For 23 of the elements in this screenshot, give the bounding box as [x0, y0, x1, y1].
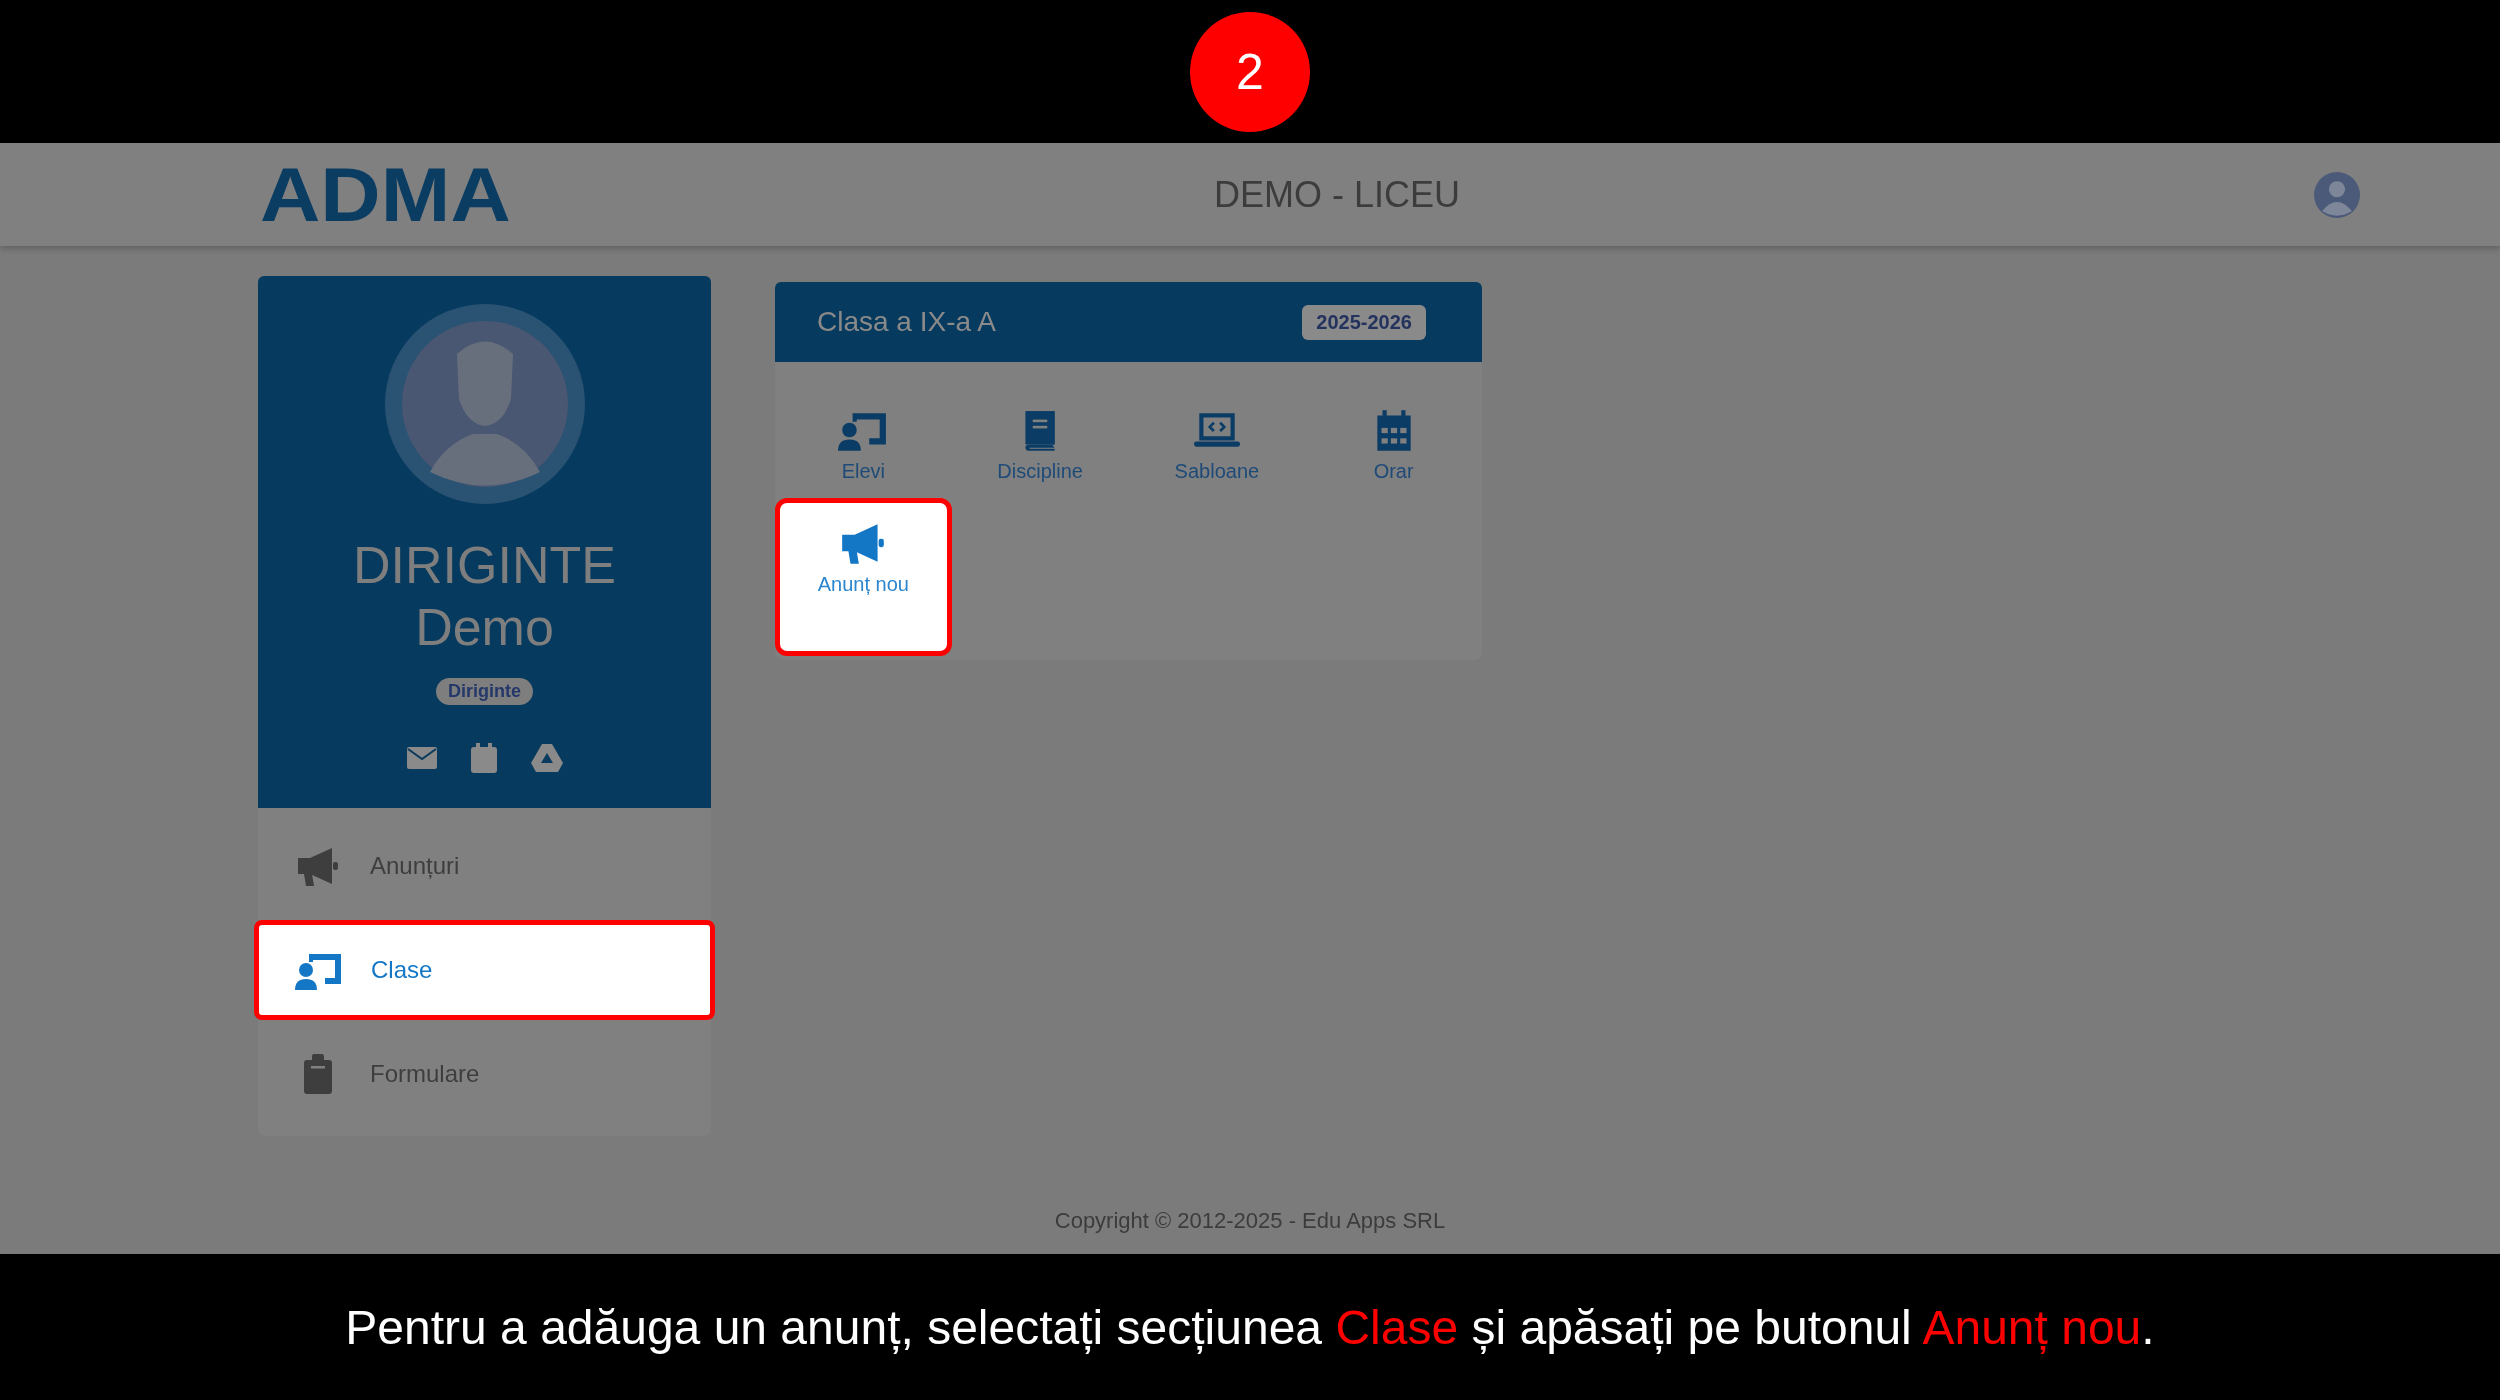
calendar-icon[interactable]	[470, 743, 497, 773]
school-year-tag: 2025-2026	[1302, 304, 1426, 340]
profile-name: DIRIGINTE	[353, 535, 616, 596]
school-title: DEMO - LICEU	[1213, 173, 1461, 216]
class-action-tile[interactable]: Sabloane	[1128, 398, 1306, 498]
sidebar-item[interactable]: Anunțuri	[258, 816, 711, 916]
user-avatar-icon[interactable]	[2314, 171, 2360, 218]
step-number-badge: 2	[1190, 11, 1310, 132]
logo[interactable]: ADMA	[260, 151, 535, 238]
role-tag: Diriginte	[436, 678, 533, 705]
profile-surname: Demo	[415, 597, 554, 658]
avatar-silhouette-icon	[384, 304, 585, 504]
class-title[interactable]: Clasa a IX-a A	[817, 306, 996, 338]
class-action-tile[interactable]: Elevi	[775, 398, 952, 498]
sidebar-item[interactable]: Formulare	[258, 1024, 711, 1124]
class-action-tile[interactable]: Discipline	[951, 398, 1129, 498]
class-action-tile[interactable]: Anunț nou	[775, 498, 952, 656]
envelope-icon[interactable]	[406, 747, 437, 769]
sidebar-item[interactable]: Clase	[254, 920, 715, 1020]
class-action-tile[interactable]: Orar	[1305, 398, 1482, 498]
copyright-text: Copyright © 2012-2025 - Edu Apps SRL	[1054, 1208, 1446, 1234]
instruction-caption: Pentru a adăuga un anunț, selectați secțiunea Clase și apăsați pe butonul Anunț nou.	[345, 1299, 2155, 1355]
triangle-drive-icon[interactable]	[530, 744, 563, 772]
